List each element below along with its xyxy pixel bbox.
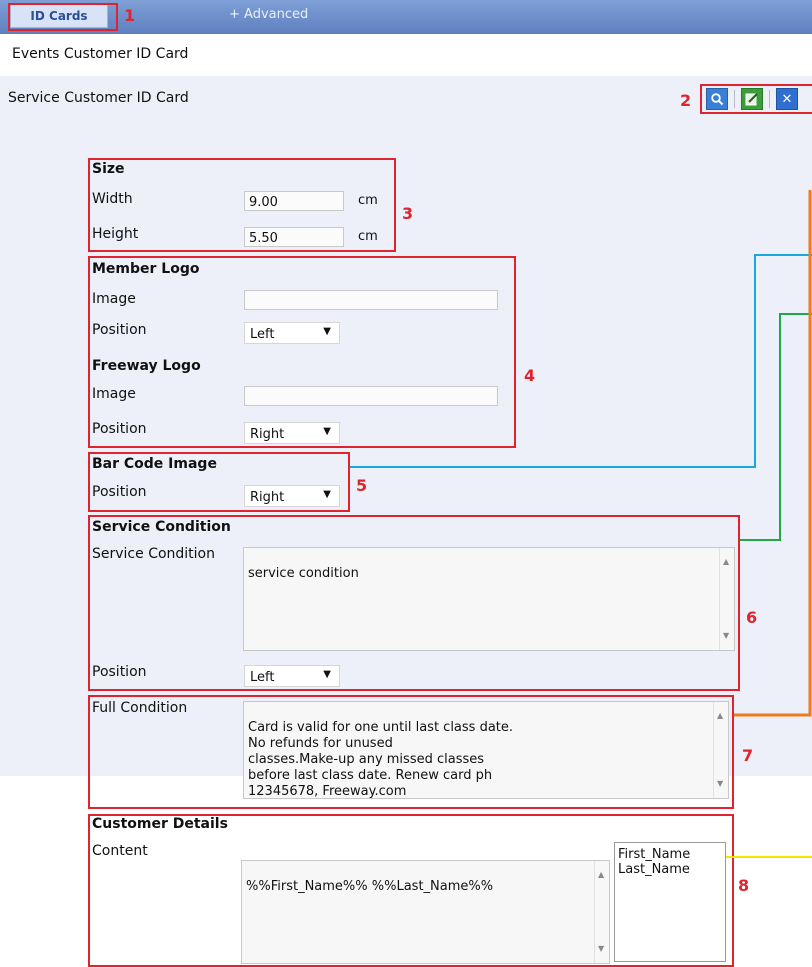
connector-lines — [350, 190, 812, 858]
connector-line-barcode — [350, 254, 812, 468]
connector-line-service — [740, 313, 812, 541]
connector-line-full — [734, 190, 812, 717]
